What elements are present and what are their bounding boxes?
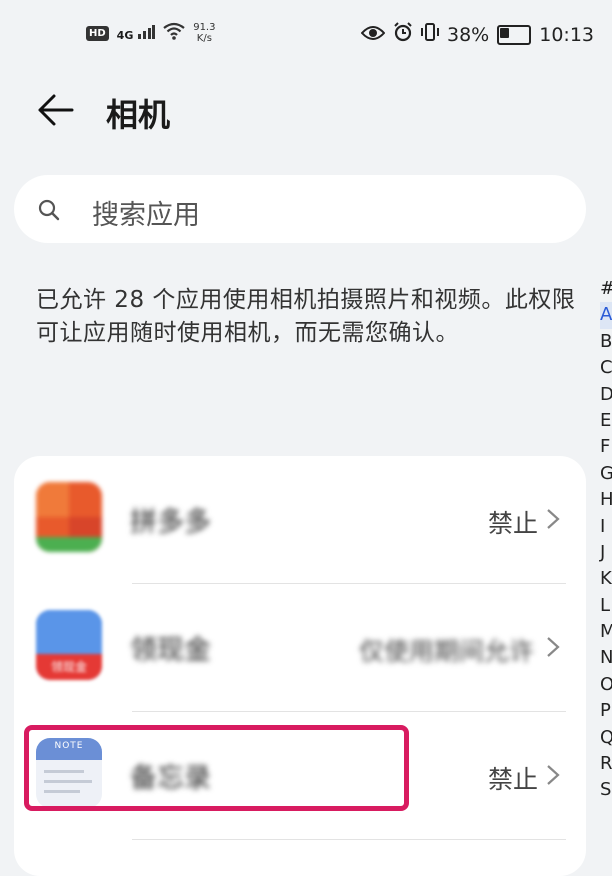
battery-percent: 38%: [447, 23, 490, 46]
alphabet-index-item[interactable]: S: [600, 777, 612, 803]
chevron-right-icon: [547, 637, 560, 657]
app-row[interactable]: 领现金 领现金 仅使用期间允许: [14, 584, 586, 712]
search-bar[interactable]: 搜索应用: [14, 175, 586, 243]
alphabet-index-item[interactable]: P: [600, 698, 612, 724]
app-status: 仅使用期间允许: [358, 637, 534, 666]
alphabet-index-item[interactable]: B: [600, 329, 612, 355]
alphabet-index-item[interactable]: #: [600, 276, 612, 302]
alphabet-index-item[interactable]: N: [600, 645, 612, 671]
app-icon-label: 领现金: [36, 654, 102, 680]
app-status: 禁止: [487, 509, 538, 538]
net-speed-unit: K/s: [196, 33, 212, 44]
app-status: 禁止: [487, 765, 538, 794]
app-name: 拼多多: [130, 507, 211, 538]
battery-level: [500, 27, 510, 38]
chevron-right-icon: [547, 765, 560, 785]
wifi-icon: [163, 22, 185, 44]
app-list-card: 拼多多 禁止 领现金 领现金 仅使用期间允许 NOTE 备忘录 禁止: [14, 456, 586, 876]
app-icon-lingxianjin: 领现金: [36, 610, 102, 680]
net-speed-value: 91.3: [193, 22, 216, 33]
clock: 10:13: [539, 23, 594, 46]
app-row[interactable]: 拼多多 禁止: [14, 456, 586, 584]
alphabet-index-item[interactable]: G: [600, 461, 612, 487]
status-left: HD 4G 91.3 K/s: [86, 22, 215, 44]
signal-icon: 4G: [116, 24, 156, 42]
alphabet-index-item[interactable]: K: [600, 566, 612, 592]
net-speed: 91.3 K/s: [193, 22, 215, 44]
status-bar: HD 4G 91.3 K/s 38% 10:13: [0, 0, 612, 76]
alarm-icon: [393, 22, 413, 47]
status-right: 38% 10:13: [360, 22, 594, 47]
alphabet-index-item[interactable]: H: [600, 487, 612, 513]
alphabet-index-item[interactable]: J: [600, 540, 612, 566]
alphabet-index-item[interactable]: C: [600, 355, 612, 381]
alphabet-index-item[interactable]: A: [600, 302, 612, 329]
search-icon: [38, 199, 60, 221]
eye-icon: [360, 24, 386, 46]
alphabet-index-item[interactable]: M: [600, 619, 612, 645]
alphabet-index-item[interactable]: D: [600, 382, 612, 408]
alphabet-index-item[interactable]: O: [600, 672, 612, 698]
search-placeholder: 搜索应用: [92, 200, 200, 231]
alphabet-index-item[interactable]: F: [600, 434, 612, 460]
signal-label: 4G: [116, 28, 134, 42]
app-name: 领现金: [130, 635, 211, 666]
page-title: 相机: [106, 96, 171, 134]
back-arrow-icon: [38, 94, 74, 126]
app-icon-pinduoduo: [36, 482, 102, 552]
alphabet-index[interactable]: #ABCDEFGHIJKLMNOPQRS: [600, 276, 612, 804]
highlight-box: [24, 725, 409, 811]
battery-icon: [497, 24, 532, 45]
chevron-right-icon: [547, 509, 560, 529]
alphabet-index-item[interactable]: R: [600, 751, 612, 777]
alphabet-index-item[interactable]: L: [600, 593, 612, 619]
permission-description: 已允许 28 个应用使用相机拍摄照片和视频。此权限可让应用随时使用相机，而无需您…: [36, 287, 576, 346]
divider: [132, 839, 566, 840]
alphabet-index-item[interactable]: Q: [600, 725, 612, 751]
alphabet-index-item[interactable]: E: [600, 408, 612, 434]
hd-badge: HD: [86, 25, 109, 41]
back-button[interactable]: [36, 90, 76, 130]
vibrate-icon: [421, 22, 439, 47]
alphabet-index-item[interactable]: I: [600, 514, 612, 540]
